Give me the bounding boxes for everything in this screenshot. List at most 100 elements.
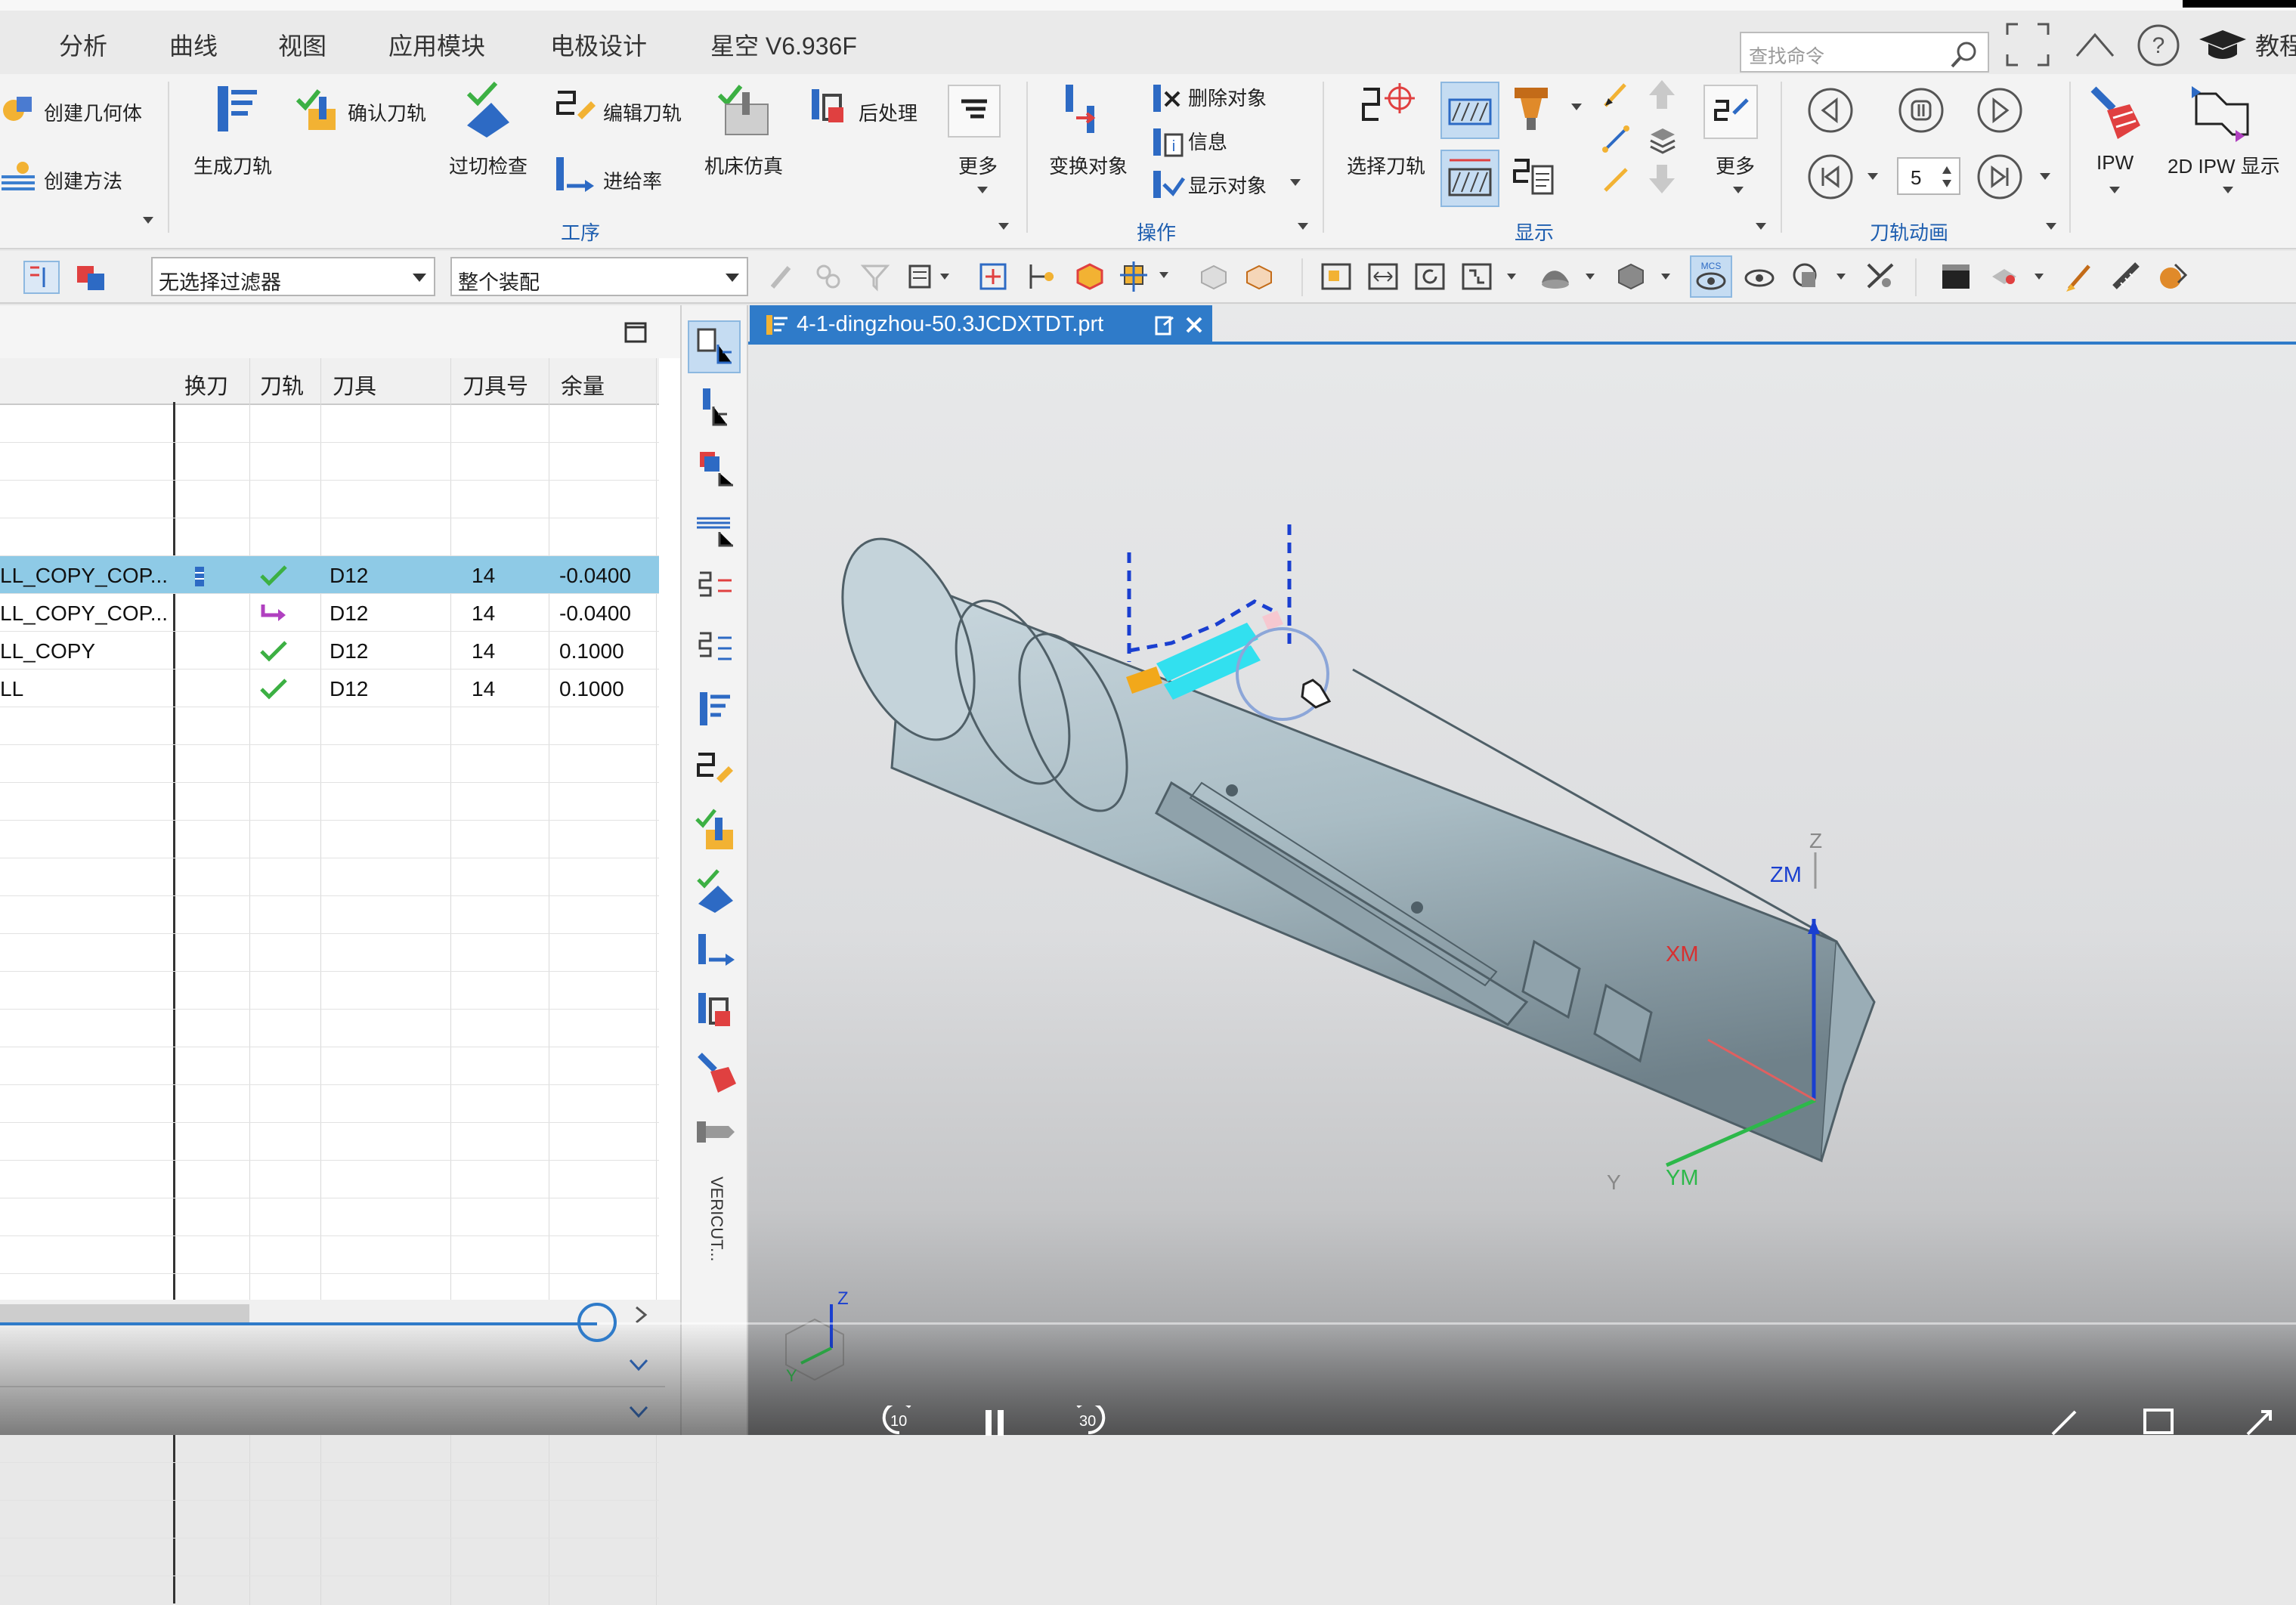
step-forward-icon[interactable] [1976,153,2024,201]
arrow-down-icon[interactable] [1645,162,1679,196]
column-stock[interactable]: 余量 [561,369,605,400]
machine-tool-view-icon[interactable] [73,260,110,295]
dropdown-arrow-icon[interactable] [2045,222,2057,231]
more-button-2[interactable] [1703,85,1758,139]
vericut-tab[interactable]: VERICUT... [701,1174,732,1295]
graduation-cap-icon[interactable] [2196,26,2249,65]
snap-face-icon[interactable] [1073,260,1106,293]
dropdown-arrow-icon[interactable] [1755,222,1767,231]
column-tool[interactable]: 刀具 [333,369,376,400]
edit-pen-icon[interactable] [2048,1406,2081,1436]
operation-name[interactable]: LL_COPY [0,639,95,663]
layers-icon[interactable] [1648,124,1678,154]
shaded-box-icon[interactable] [1197,261,1230,292]
list-document-icon[interactable] [1510,153,1557,199]
menu-curve[interactable]: 曲线 [169,27,218,62]
fullscreen-icon[interactable] [2004,21,2051,68]
edit-toolpath-icon[interactable] [552,85,597,130]
table-row[interactable] [0,1161,659,1198]
ipw-2d-display-label[interactable]: 2D IPW 显示 [2168,151,2280,179]
analysis-icon[interactable] [2157,260,2190,293]
display-toolpath-toggle[interactable] [1440,82,1499,139]
dropdown-arrow-icon[interactable] [2222,186,2234,195]
table-row[interactable] [0,1010,659,1047]
generate-toolpath-label[interactable]: 生成刀轨 [193,151,272,179]
collapse-ribbon-icon[interactable] [2072,27,2118,60]
table-row[interactable] [0,1198,659,1236]
background-icon[interactable] [1939,261,1973,292]
menu-application[interactable]: 应用模块 [388,27,485,62]
table-row[interactable] [0,518,659,556]
table-row[interactable] [0,443,659,481]
table-row[interactable] [0,972,659,1010]
display-object-icon[interactable] [1150,168,1185,203]
vericut-icon[interactable] [692,1109,739,1156]
hide-all-icon[interactable] [1864,260,1897,293]
edit-toolpath-label[interactable]: 编辑刀轨 [603,98,682,126]
shaft-part[interactable] [816,520,1876,1163]
display-object-label[interactable]: 显示对象 [1188,171,1267,199]
operation-name[interactable]: LL [0,677,23,701]
play-forward-icon[interactable] [1976,86,2024,135]
picture-in-picture-icon[interactable] [2142,1406,2175,1436]
wireframe-box-icon[interactable] [1242,261,1276,292]
zoom-view-icon[interactable] [1460,261,1521,292]
machine-tool-view-icon[interactable] [692,444,739,491]
part-3d-view[interactable]: ZM Z XM YM Y Z Y [748,345,2296,1435]
ipw-2d-display-icon[interactable] [2189,82,2257,145]
ipw-side-icon[interactable] [692,1049,739,1096]
show-hide-icon[interactable] [1743,261,1776,292]
line-tool-icon[interactable] [1601,124,1631,154]
verify-toolpath-label[interactable]: 确认刀轨 [348,98,426,126]
table-row[interactable] [0,896,659,934]
table-row[interactable] [0,821,659,858]
table-row[interactable] [0,1047,659,1085]
table-row[interactable] [0,481,659,518]
dropdown-arrow-icon[interactable] [142,216,154,225]
orient-box-icon[interactable] [1614,260,1675,293]
feed-rate-icon[interactable] [552,153,597,198]
table-row[interactable] [0,934,659,972]
type-filter-icon[interactable] [907,261,952,292]
feed-rate-label[interactable]: 进给率 [603,166,662,194]
animation-speed-value[interactable]: 5 [1911,166,1921,190]
selection-filter-dropdown[interactable]: 无选择过滤器 [151,257,435,296]
program-order-view-icon[interactable] [692,384,739,431]
search-icon[interactable] [1948,38,1982,71]
paint-brush-icon[interactable] [2063,260,2096,293]
dropdown-arrow-icon[interactable] [1867,172,1879,181]
scrollbar-thumb[interactable] [0,1304,249,1324]
help-icon[interactable]: ? [2136,23,2181,68]
expand-icon[interactable] [2242,1406,2275,1436]
verify-toolpath-side-icon[interactable] [692,807,739,854]
progress-thumb[interactable] [577,1303,617,1342]
menu-view[interactable]: 视图 [278,27,326,62]
close-tab-icon[interactable] [1184,314,1205,336]
table-row[interactable] [0,1539,659,1576]
play-backward-icon[interactable] [1806,86,1855,135]
tutorial-label[interactable]: 教程 [2255,27,2296,62]
table-row[interactable] [0,1123,659,1161]
layer-visibility-icon[interactable] [1790,260,1850,293]
method-view-icon[interactable] [692,565,739,612]
ipw-label[interactable]: IPW [2096,151,2134,175]
rotate-view-icon[interactable] [1413,261,1447,292]
command-search-input[interactable]: 查找命令 [1740,32,1989,73]
dropdown-arrow-icon[interactable] [2039,172,2051,181]
dropdown-arrow-icon[interactable] [413,274,426,282]
create-method-icon[interactable] [0,159,36,195]
create-method-label[interactable]: 创建方法 [44,166,122,194]
machine-simulation-icon[interactable] [715,82,775,142]
transform-object-icon[interactable] [1057,80,1117,141]
dropdown-arrow-icon[interactable] [2109,186,2121,195]
tool-display-icon[interactable] [1510,83,1552,133]
feed-rate-side-icon[interactable] [692,928,739,975]
information-label[interactable]: 信息 [1188,127,1227,155]
select-toolpath-label[interactable]: 选择刀轨 [1347,151,1425,179]
table-row[interactable] [0,1085,659,1123]
dropdown-arrow-icon[interactable] [976,186,989,195]
operation-navigator-tab[interactable] [688,320,741,373]
pen-icon[interactable] [1601,80,1631,110]
edit-toolpath-side-icon[interactable] [692,747,739,793]
machine-simulation-label[interactable]: 机床仿真 [704,151,783,179]
